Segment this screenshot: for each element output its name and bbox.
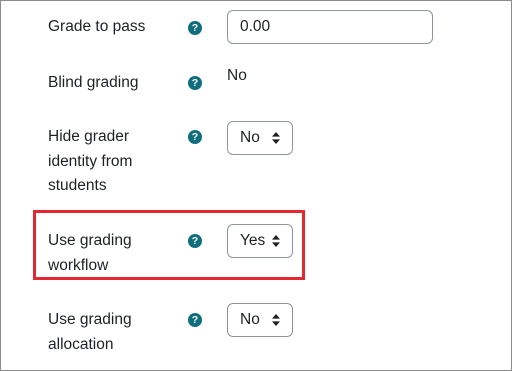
- hide-grader-help-icon[interactable]: ?: [188, 130, 202, 144]
- highlight-box: [33, 210, 305, 280]
- hide-grader-label: Hide grader identity from students: [48, 125, 132, 199]
- grade-to-pass-help-icon[interactable]: ?: [188, 21, 202, 35]
- blind-grading-label: Blind grading: [48, 74, 139, 91]
- up-down-arrows-icon: [272, 122, 280, 154]
- hide-grader-select-value: No: [240, 129, 260, 146]
- grade-to-pass-input[interactable]: 0.00: [227, 10, 433, 44]
- grading-allocation-select[interactable]: No: [227, 303, 293, 337]
- screenshot-frame: Grade to pass ? 0.00 Blind grading ? No …: [0, 0, 512, 371]
- hide-grader-label-line-3: students: [48, 177, 107, 194]
- grading-allocation-select-value: No: [240, 311, 260, 328]
- grading-allocation-label-line-1: Use grading: [48, 311, 132, 328]
- grade-to-pass-label: Grade to pass: [48, 18, 146, 35]
- hide-grader-label-line-1: Hide grader: [48, 128, 129, 145]
- grading-allocation-label: Use grading allocation: [48, 308, 132, 357]
- up-down-arrows-icon: [272, 304, 280, 336]
- grading-allocation-help-icon[interactable]: ?: [188, 313, 202, 327]
- grading-allocation-label-line-2: allocation: [48, 335, 114, 353]
- hide-grader-label-line-2: identity from: [48, 152, 133, 170]
- blind-grading-value: No: [227, 67, 247, 84]
- blind-grading-help-icon[interactable]: ?: [188, 76, 202, 90]
- hide-grader-select[interactable]: No: [227, 121, 293, 155]
